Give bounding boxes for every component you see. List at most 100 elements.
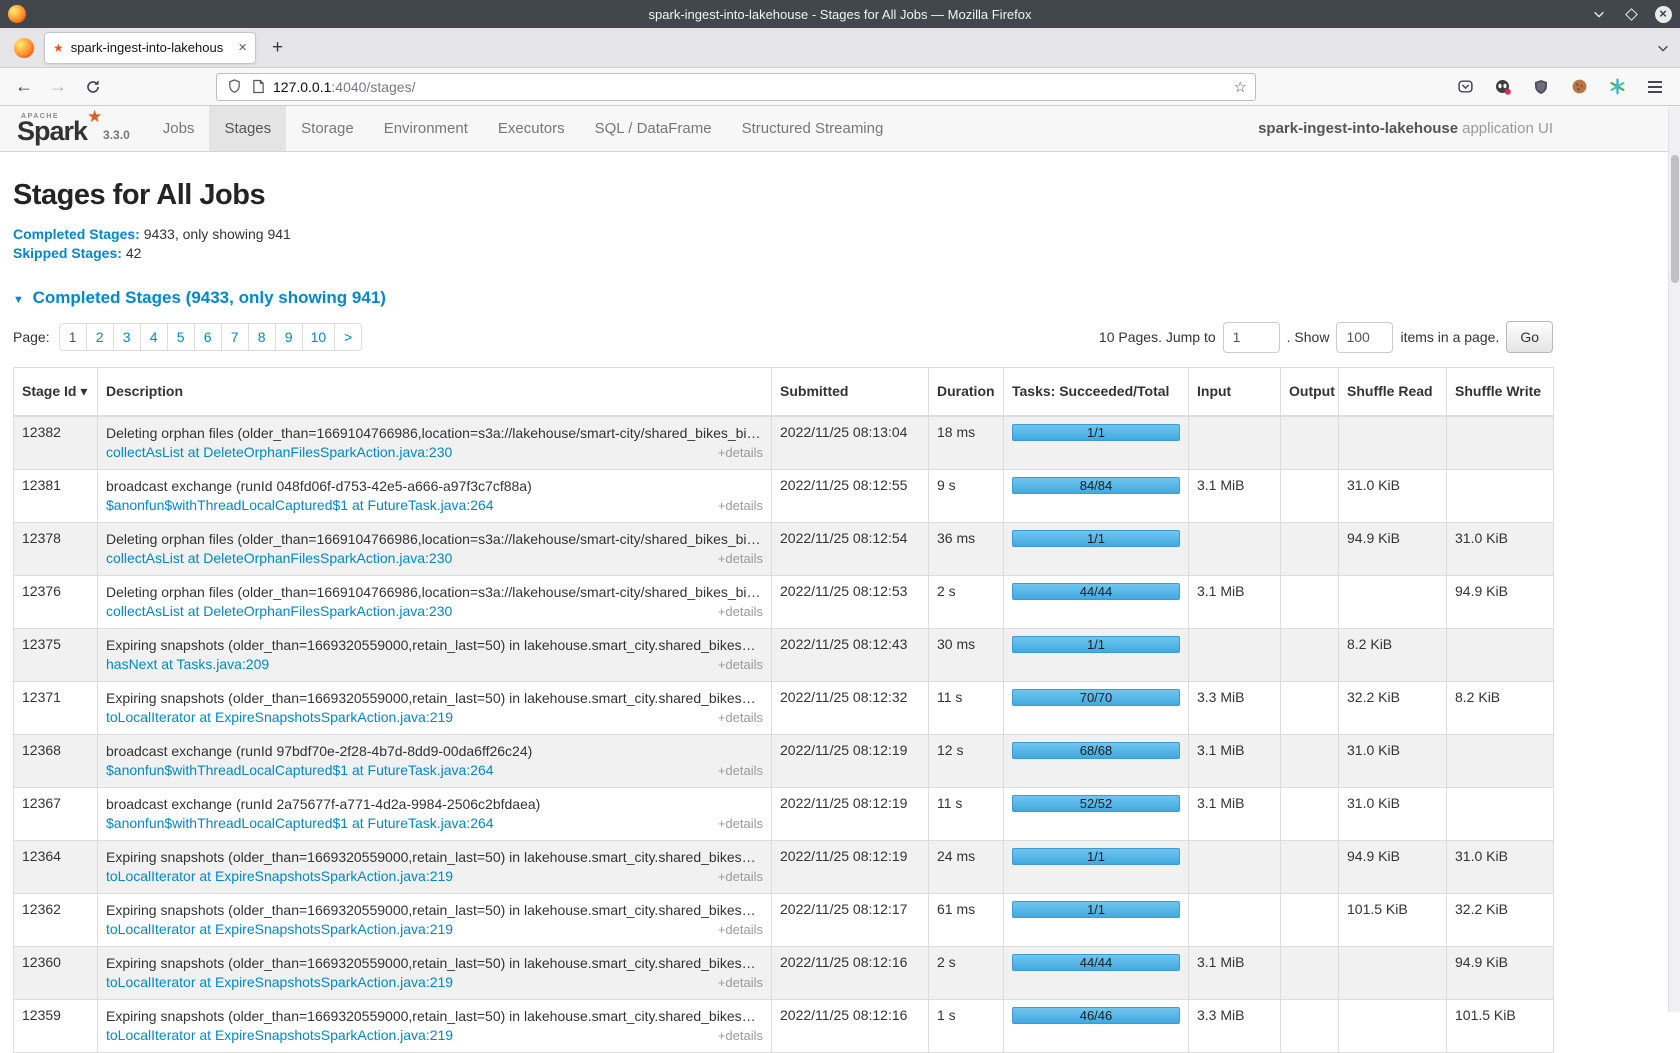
tab-list-chevron-icon[interactable] [1656, 41, 1670, 55]
back-button[interactable] [12, 76, 36, 97]
column-header[interactable]: Submitted [772, 368, 929, 416]
stage-description: Deleting orphan files (older_than=166910… [106, 530, 763, 549]
page-button-1[interactable]: 1 [59, 323, 87, 351]
column-header[interactable]: Description [98, 368, 772, 416]
page-button-4[interactable]: 4 [140, 323, 168, 351]
page-button-3[interactable]: 3 [113, 323, 141, 351]
output-cell [1281, 469, 1339, 522]
privacy-extension-icon[interactable] [1490, 74, 1516, 100]
table-row: 12382 Deleting orphan files (older_than=… [14, 416, 1554, 470]
column-header[interactable]: Duration [929, 368, 1004, 416]
tasks-progress-bar: 1/1 [1012, 636, 1180, 653]
nav-item-executors[interactable]: Executors [483, 106, 580, 151]
nav-item-storage[interactable]: Storage [286, 106, 369, 151]
firefox-view-icon[interactable] [14, 38, 34, 58]
stage-callsite-link[interactable]: toLocalIterator at ExpireSnapshotsSparkA… [106, 708, 453, 727]
page-button-5[interactable]: 5 [167, 323, 195, 351]
details-toggle[interactable]: +details [718, 549, 763, 568]
page-button-7[interactable]: 7 [221, 323, 249, 351]
details-toggle[interactable]: +details [718, 708, 763, 727]
input-cell [1189, 416, 1281, 470]
submitted-cell: 2022/11/25 08:12:16 [772, 946, 929, 999]
column-header[interactable]: Output [1281, 368, 1339, 416]
details-toggle[interactable]: +details [718, 761, 763, 780]
go-button[interactable]: Go [1506, 321, 1553, 353]
asterisk-extension-icon[interactable] [1604, 74, 1630, 100]
nav-item-structured-streaming[interactable]: Structured Streaming [727, 106, 899, 151]
details-toggle[interactable]: +details [718, 602, 763, 621]
bookmark-star-icon[interactable] [1234, 78, 1247, 96]
stage-callsite-link[interactable]: collectAsList at DeleteOrphanFilesSparkA… [106, 443, 452, 462]
stage-description: broadcast exchange (runId 2a75677f-a771-… [106, 795, 763, 814]
new-tab-button[interactable] [272, 37, 283, 59]
column-header[interactable]: Tasks: Succeeded/Total [1004, 368, 1189, 416]
tab-close-icon[interactable] [238, 39, 247, 56]
nav-item-sql-dataframe[interactable]: SQL / DataFrame [580, 106, 727, 151]
reload-button[interactable] [80, 74, 106, 100]
column-header[interactable]: Input [1189, 368, 1281, 416]
details-toggle[interactable]: +details [718, 496, 763, 515]
pocket-icon[interactable] [1452, 74, 1478, 100]
stage-id-cell: 12375 [14, 628, 98, 681]
page-buttons: 12345678910> [59, 323, 363, 351]
minimize-button[interactable] [1590, 5, 1608, 23]
browser-tab[interactable]: spark-ingest-into-lakehous [44, 32, 256, 64]
forward-button[interactable] [46, 76, 70, 97]
column-header[interactable]: Shuffle Write [1447, 368, 1554, 416]
shuffle-read-cell: 32.2 KiB [1339, 681, 1447, 734]
details-toggle[interactable]: +details [718, 814, 763, 833]
page-button-8[interactable]: 8 [248, 323, 276, 351]
url-text[interactable]: 127.0.0.1:4040/stages/ [273, 79, 1227, 95]
page-button-9[interactable]: 9 [275, 323, 303, 351]
show-label: . Show [1287, 329, 1330, 345]
details-toggle[interactable]: +details [718, 1026, 763, 1045]
stage-callsite-link[interactable]: hasNext at Tasks.java:209 [106, 655, 269, 674]
table-row: 12359 Expiring snapshots (older_than=166… [14, 999, 1554, 1052]
jump-to-page-input[interactable] [1223, 322, 1280, 353]
skipped-stages-value: 42 [126, 245, 142, 261]
pages-summary: 10 Pages. Jump to [1099, 329, 1216, 345]
shuffle-write-cell [1447, 628, 1554, 681]
details-toggle[interactable]: +details [718, 920, 763, 939]
stage-callsite-link[interactable]: toLocalIterator at ExpireSnapshotsSparkA… [106, 920, 453, 939]
tasks-progress-bar: 52/52 [1012, 795, 1180, 812]
stage-callsite-link[interactable]: $anonfun$withThreadLocalCaptured$1 at Fu… [106, 496, 494, 515]
stage-callsite-link[interactable]: toLocalIterator at ExpireSnapshotsSparkA… [106, 867, 453, 886]
next-page-button[interactable]: > [334, 323, 362, 351]
details-toggle[interactable]: +details [718, 655, 763, 674]
items-per-page-input[interactable] [1336, 322, 1393, 353]
scrollbar-thumb[interactable] [1671, 155, 1679, 283]
stage-callsite-link[interactable]: collectAsList at DeleteOrphanFilesSparkA… [106, 549, 452, 568]
column-header[interactable]: Stage Id ▾ [14, 368, 98, 416]
details-toggle[interactable]: +details [718, 867, 763, 886]
tasks-progress-bar: 46/46 [1012, 1007, 1180, 1024]
nav-item-environment[interactable]: Environment [369, 106, 483, 151]
nav-item-jobs[interactable]: Jobs [148, 106, 210, 151]
page-info-icon[interactable] [250, 74, 266, 100]
details-toggle[interactable]: +details [718, 973, 763, 992]
spark-logo[interactable]: APACHE Spark 3.3.0 [13, 106, 148, 151]
close-button[interactable] [1654, 5, 1672, 23]
column-header[interactable]: Shuffle Read [1339, 368, 1447, 416]
submitted-cell: 2022/11/25 08:12:17 [772, 893, 929, 946]
completed-stages-section-toggle[interactable]: Completed Stages (9433, only showing 941… [13, 288, 1553, 308]
page-button-10[interactable]: 10 [302, 323, 336, 351]
menu-icon[interactable] [1642, 74, 1668, 100]
nav-item-stages[interactable]: Stages [209, 106, 286, 151]
ublock-shield-icon[interactable] [1528, 74, 1554, 100]
page-scrollbar[interactable] [1668, 107, 1680, 1012]
table-row: 12360 Expiring snapshots (older_than=166… [14, 946, 1554, 999]
stage-callsite-link[interactable]: toLocalIterator at ExpireSnapshotsSparkA… [106, 1026, 453, 1045]
stage-callsite-link[interactable]: $anonfun$withThreadLocalCaptured$1 at Fu… [106, 761, 494, 780]
page-button-2[interactable]: 2 [86, 323, 114, 351]
maximize-button[interactable] [1622, 5, 1640, 23]
shield-icon[interactable] [225, 74, 243, 100]
stage-callsite-link[interactable]: $anonfun$withThreadLocalCaptured$1 at Fu… [106, 814, 494, 833]
details-toggle[interactable]: +details [718, 443, 763, 462]
duration-cell: 30 ms [929, 628, 1004, 681]
page-button-6[interactable]: 6 [194, 323, 222, 351]
cookie-icon[interactable] [1566, 74, 1592, 100]
stage-callsite-link[interactable]: toLocalIterator at ExpireSnapshotsSparkA… [106, 973, 453, 992]
stage-callsite-link[interactable]: collectAsList at DeleteOrphanFilesSparkA… [106, 602, 452, 621]
url-bar[interactable]: 127.0.0.1:4040/stages/ [216, 73, 1256, 101]
